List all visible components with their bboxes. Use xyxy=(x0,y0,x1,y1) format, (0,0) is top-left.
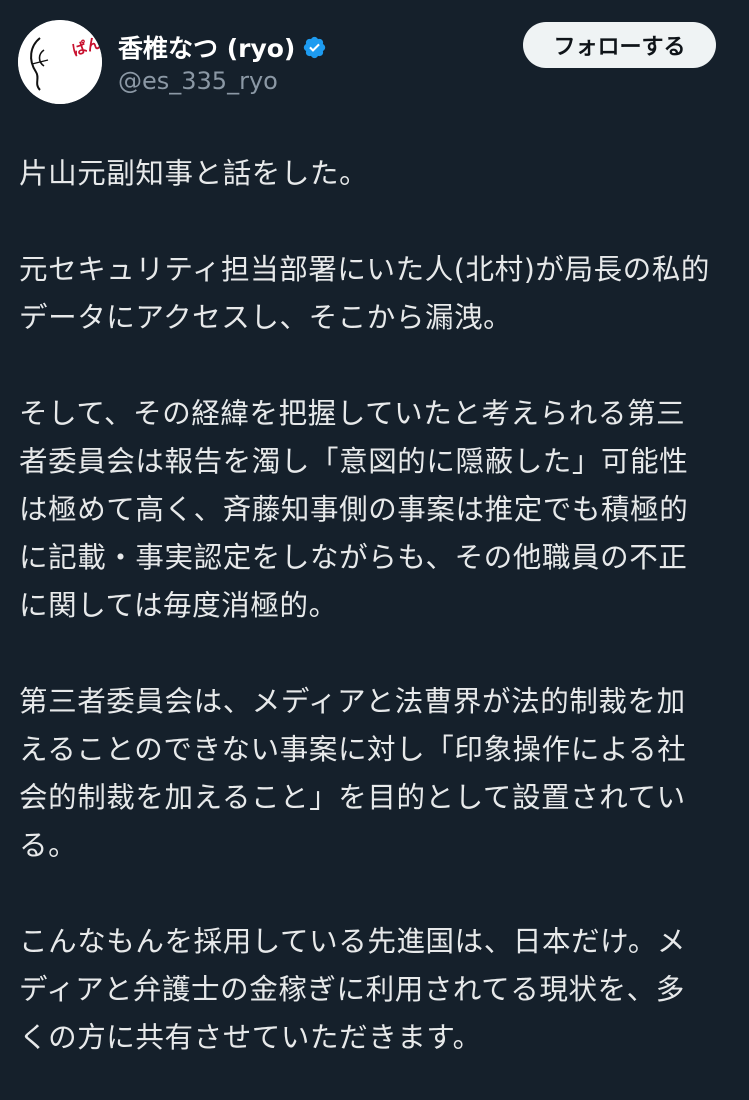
verified-badge-icon xyxy=(302,35,327,60)
post-paragraph: 片山元副知事と話をした。 xyxy=(19,157,369,190)
post-text: 片山元副知事と話をした。 元セキュリティ担当部署にいた人(北村)が局長の私的 デ… xyxy=(19,150,735,1062)
post-header: ぱんぱん~ 香椎なつ (ryo) @es_335_ryo フォローする xyxy=(18,20,718,106)
author-handle[interactable]: @es_335_ryo xyxy=(118,67,278,95)
avatar[interactable]: ぱんぱん~ xyxy=(18,20,102,104)
post-paragraph: そして、その経緯を把握していたと考えられる第三 者委員会は報告を濁し「意図的に隠… xyxy=(19,397,689,622)
post-paragraph: 第三者委員会は、メディアと法曹界が法的制裁を加 えることのできない事案に対し「印… xyxy=(19,685,687,862)
display-name[interactable]: 香椎なつ (ryo) xyxy=(118,29,295,65)
author-name-row: 香椎なつ (ryo) xyxy=(118,30,327,64)
post-paragraph: こんなもんを採用している先進国は、日本だけ。メ ディアと弁護士の金稼ぎに利用され… xyxy=(19,925,687,1054)
post-paragraph: 元セキュリティ担当部署にいた人(北村)が局長の私的 データにアクセスし、そこから… xyxy=(19,253,711,334)
follow-button[interactable]: フォローする xyxy=(523,22,716,68)
avatar-image: ぱんぱん~ xyxy=(18,20,102,104)
